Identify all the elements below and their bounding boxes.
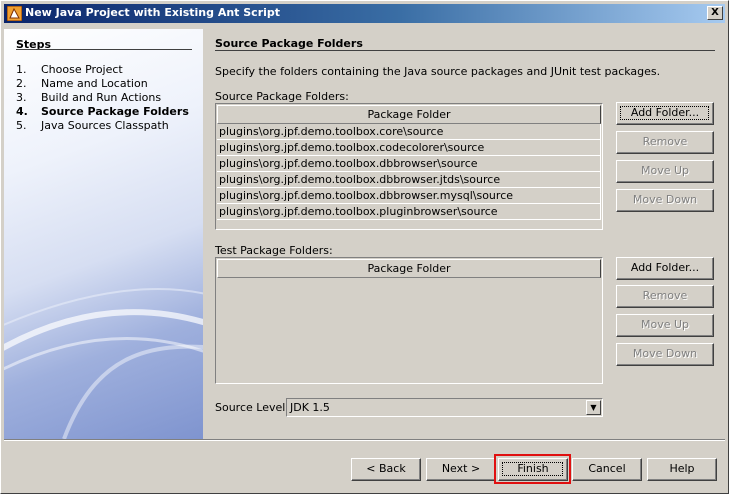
test-folders-label: Test Package Folders: xyxy=(215,244,333,257)
source-folders-label: Source Package Folders: xyxy=(215,90,349,103)
move-down-test-button[interactable]: Move Down xyxy=(616,343,714,366)
move-down-source-button[interactable]: Move Down xyxy=(616,189,714,212)
table-row[interactable]: plugins\org.jpf.demo.toolbox.core\source xyxy=(217,124,601,140)
step-label: Java Sources Classpath xyxy=(41,119,169,132)
help-button[interactable]: Help xyxy=(647,458,717,481)
next-button[interactable]: Next > xyxy=(426,458,496,481)
close-button[interactable]: X xyxy=(707,6,723,20)
table-row[interactable]: plugins\org.jpf.demo.toolbox.dbbrowser\s… xyxy=(217,156,601,172)
page-title: Source Package Folders xyxy=(215,37,363,50)
source-folders-table[interactable]: Package Folder plugins\org.jpf.demo.tool… xyxy=(215,103,603,230)
window-title: New Java Project with Existing Ant Scrip… xyxy=(25,6,281,19)
remove-test-folder-button[interactable]: Remove xyxy=(616,285,714,308)
remove-source-folder-button[interactable]: Remove xyxy=(616,131,714,154)
dialog-window: New Java Project with Existing Ant Scrip… xyxy=(0,0,729,494)
step-item-current: 4. Source Package Folders xyxy=(16,105,189,119)
test-table-header[interactable]: Package Folder xyxy=(217,259,601,278)
steps-divider xyxy=(16,49,192,50)
description-text: Specify the folders containing the Java … xyxy=(215,65,661,78)
step-number: 4. xyxy=(16,105,28,118)
step-label: Build and Run Actions xyxy=(41,91,162,104)
chevron-down-icon[interactable]: ▼ xyxy=(586,400,601,415)
source-table-rows: plugins\org.jpf.demo.toolbox.core\source… xyxy=(217,124,601,220)
table-row[interactable]: plugins\org.jpf.demo.toolbox.dbbrowser.m… xyxy=(217,188,601,204)
add-test-folder-button[interactable]: Add Folder... xyxy=(616,257,714,280)
back-button[interactable]: < Back xyxy=(351,458,421,481)
step-label: Choose Project xyxy=(41,63,123,76)
cancel-button[interactable]: Cancel xyxy=(572,458,642,481)
steps-list: 1. Choose Project 2. Name and Location 3. B… xyxy=(16,63,189,133)
source-table-header[interactable]: Package Folder xyxy=(217,105,601,124)
finish-highlight-box xyxy=(494,454,571,484)
step-item: 3. Build and Run Actions xyxy=(16,91,189,105)
table-row[interactable]: plugins\org.jpf.demo.toolbox.codecolorer… xyxy=(217,140,601,156)
step-number: 1. xyxy=(16,63,27,76)
close-icon: X xyxy=(711,7,719,18)
step-item: 1. Choose Project xyxy=(16,63,189,77)
step-label: Source Package Folders xyxy=(41,105,189,118)
add-source-folder-button[interactable]: Add Folder... xyxy=(616,102,714,125)
table-row[interactable]: plugins\org.jpf.demo.toolbox.dbbrowser.j… xyxy=(217,172,601,188)
move-up-source-button[interactable]: Move Up xyxy=(616,160,714,183)
title-bar[interactable]: New Java Project with Existing Ant Scrip… xyxy=(4,4,725,23)
step-number: 5. xyxy=(16,119,27,132)
step-item: 2. Name and Location xyxy=(16,77,189,91)
move-up-test-button[interactable]: Move Up xyxy=(616,314,714,337)
step-label: Name and Location xyxy=(41,77,148,90)
title-divider xyxy=(215,50,715,51)
step-number: 2. xyxy=(16,77,27,90)
app-icon xyxy=(7,6,22,21)
source-level-label: Source Level: xyxy=(215,401,290,414)
test-folders-table[interactable]: Package Folder xyxy=(215,257,603,384)
table-row[interactable]: plugins\org.jpf.demo.toolbox.pluginbrows… xyxy=(217,204,601,220)
steps-panel: Steps 1. Choose Project 2. Name and Locati… xyxy=(4,29,203,439)
source-level-value: JDK 1.5 xyxy=(290,401,330,414)
source-level-select[interactable]: JDK 1.5 ▼ xyxy=(286,398,603,417)
step-number: 3. xyxy=(16,91,27,104)
step-item: 5. Java Sources Classpath xyxy=(16,119,189,133)
footer-divider xyxy=(4,439,725,441)
